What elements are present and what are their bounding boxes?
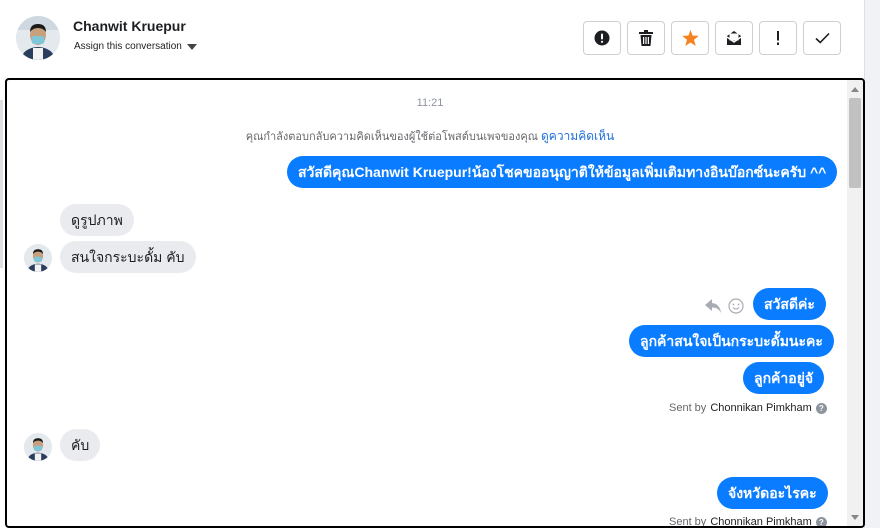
- person-avatar-image: [24, 433, 52, 461]
- person-avatar-image: [16, 16, 60, 60]
- message-bubble-outgoing[interactable]: จังหวัดอะไรคะ: [717, 477, 828, 509]
- page-side-strip: [864, 0, 880, 528]
- message-bubble-outgoing[interactable]: สวัสดีค่ะ: [753, 288, 826, 320]
- comment-reply-notice: คุณกำลังตอบกลับความคิดเห็นของผู้ใช้ต่อโพ…: [7, 127, 853, 146]
- spam-button[interactable]: [583, 21, 621, 55]
- exclamation-icon: [777, 31, 779, 45]
- conversation-toolbar: [583, 21, 841, 55]
- help-question-icon[interactable]: ?: [815, 516, 827, 526]
- view-comment-link[interactable]: ดูความคิดเห็น: [541, 129, 614, 143]
- delete-button[interactable]: [627, 21, 665, 55]
- conversation-header: Chanwit Kruepur Assign this conversation: [0, 0, 864, 78]
- contact-name: Chanwit Kruepur: [73, 18, 186, 34]
- message-bubble-outgoing[interactable]: ลูกค้าอยู่จั: [743, 362, 825, 394]
- notice-text: คุณกำลังตอบกลับความคิดเห็นของผู้ใช้ต่อโพ…: [245, 131, 538, 143]
- message-thread[interactable]: 11:21 คุณกำลังตอบกลับความคิดเห็นของผู้ใช…: [5, 78, 865, 528]
- message-actions: [705, 298, 744, 314]
- emoji-smile-icon[interactable]: [728, 298, 744, 314]
- sender-avatar: [24, 244, 52, 272]
- left-edge-divider: [0, 100, 3, 268]
- sent-by-label: Sent by Chonnikan Pimkham ?: [669, 402, 827, 414]
- contact-avatar[interactable]: [16, 16, 60, 60]
- sent-by-prefix: Sent by: [669, 402, 707, 414]
- caret-down-icon: [186, 43, 197, 50]
- scroll-down-arrow-icon[interactable]: [851, 515, 859, 520]
- message-bubble-incoming[interactable]: คับ: [60, 429, 101, 461]
- assign-conversation-dropdown[interactable]: Assign this conversation: [74, 41, 197, 52]
- mark-unread-button[interactable]: [715, 21, 753, 55]
- help-question-icon[interactable]: ?: [815, 402, 827, 414]
- message-bubble-outgoing[interactable]: ลูกค้าสนใจเป็นกระบะดั้มนะคะ: [629, 325, 834, 357]
- person-avatar-image: [24, 244, 52, 272]
- alert-circle-icon: [594, 30, 610, 46]
- sender-avatar: [24, 433, 52, 461]
- message-bubble-incoming[interactable]: สนใจกระบะดั้ม คับ: [60, 241, 196, 273]
- star-button[interactable]: [671, 21, 709, 55]
- sent-by-name: Chonnikan Pimkham: [710, 516, 812, 528]
- check-icon: [814, 32, 830, 44]
- sent-by-label: Sent by Chonnikan Pimkham ?: [669, 516, 827, 528]
- message-timestamp: 11:21: [416, 97, 444, 109]
- message-bubble-outgoing[interactable]: สวัสดีคุณChanwit Kruepur!น้องโชคขออนุญาต…: [287, 156, 838, 188]
- message-bubble-incoming[interactable]: ดูรูปภาพ: [60, 204, 134, 236]
- mail-icon: [726, 31, 742, 45]
- scroll-up-arrow-icon[interactable]: [851, 87, 859, 92]
- assign-label: Assign this conversation: [74, 41, 182, 52]
- thread-scrollbar[interactable]: [847, 80, 863, 526]
- star-icon: [681, 30, 699, 46]
- sent-by-prefix: Sent by: [669, 516, 707, 528]
- trash-icon: [639, 30, 653, 46]
- sent-by-name: Chonnikan Pimkham: [710, 402, 812, 414]
- reply-icon[interactable]: [705, 298, 722, 314]
- mark-done-button[interactable]: [803, 21, 841, 55]
- follow-up-button[interactable]: [759, 21, 797, 55]
